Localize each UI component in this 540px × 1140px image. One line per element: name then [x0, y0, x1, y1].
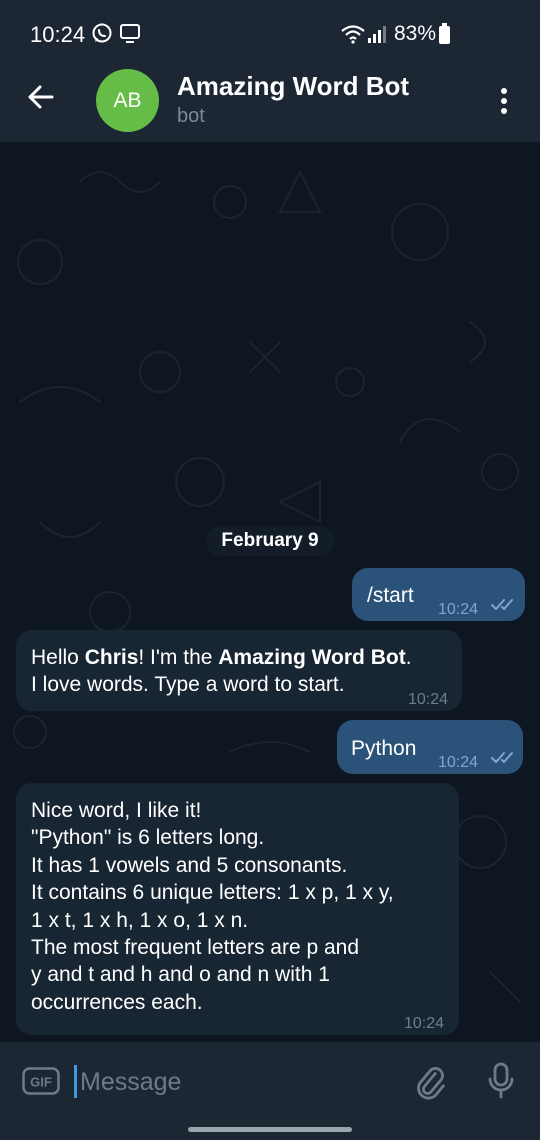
text-cursor: [74, 1065, 77, 1098]
chat-subtitle: bot: [177, 105, 205, 127]
outgoing-message[interactable]: Python 10:24: [337, 720, 523, 774]
status-bar: 10:24 83%: [0, 0, 540, 60]
battery-percentage: 83%: [394, 22, 437, 45]
attach-icon[interactable]: [412, 1064, 448, 1100]
message-text: /start: [367, 584, 414, 607]
mention-name: Chris: [84, 646, 139, 669]
message-text-line: It contains 6 unique letters: 1 x p, 1 x…: [31, 881, 394, 905]
message-composer: GIF: [0, 1042, 540, 1117]
home-indicator[interactable]: [188, 1127, 352, 1132]
message-text-line: y and t and h and o and n with 1: [31, 963, 330, 987]
incoming-message[interactable]: Hello Chris! I'm the Amazing Word Bot. I…: [16, 630, 462, 711]
navigation-bar: [0, 1117, 540, 1140]
message-text-line: The most frequent letters are p and: [31, 936, 360, 960]
whatsapp-icon: [92, 23, 112, 43]
avatar-initials: AB: [113, 88, 142, 112]
read-checkmarks-icon: [491, 599, 513, 610]
chat-header: AB Amazing Word Bot bot: [0, 58, 540, 142]
message-time: 10:24: [404, 1015, 445, 1032]
outgoing-message[interactable]: /start 10:24: [352, 568, 525, 621]
message-text-line: I love words. Type a word to start.: [31, 673, 345, 696]
message-text: Nice word, I like it! "Python" is 6 lett…: [31, 797, 394, 1016]
message-time: 10:24: [438, 754, 479, 771]
message-text: Hello Chris! I'm the Amazing Word Bot.: [31, 646, 412, 669]
message-text-line: occurrences each.: [31, 990, 203, 1014]
message-text-line: 1 x t, 1 x h, 1 x o, 1 x n.: [31, 908, 249, 932]
date-separator: February 9: [206, 526, 334, 556]
avatar[interactable]: AB: [96, 69, 159, 132]
gif-icon[interactable]: GIF: [22, 1067, 60, 1095]
gif-label: GIF: [30, 1075, 52, 1090]
signal-icon: [368, 26, 386, 43]
message-text-line: "Python" is 6 letters long.: [31, 826, 265, 850]
message-input[interactable]: [78, 1064, 382, 1100]
status-time: 10:24: [30, 22, 86, 47]
message-time: 10:24: [408, 691, 449, 708]
message-text-line: Nice word, I like it!: [31, 799, 202, 822]
back-arrow-icon[interactable]: [26, 82, 56, 112]
mic-icon[interactable]: [486, 1062, 516, 1100]
more-vertical-icon[interactable]: [498, 86, 510, 116]
message-text-line: It has 1 vowels and 5 consonants.: [31, 853, 348, 877]
chat-title[interactable]: Amazing Word Bot: [177, 71, 409, 102]
bot-name: Amazing Word Bot: [218, 646, 406, 669]
wifi-icon: [341, 25, 365, 44]
message-text: Python: [351, 737, 417, 760]
incoming-message[interactable]: Nice word, I like it! "Python" is 6 lett…: [16, 783, 459, 1035]
battery-icon: [439, 23, 450, 44]
cast-icon: [120, 24, 140, 43]
read-checkmarks-icon: [491, 752, 513, 763]
message-time: 10:24: [438, 601, 479, 618]
